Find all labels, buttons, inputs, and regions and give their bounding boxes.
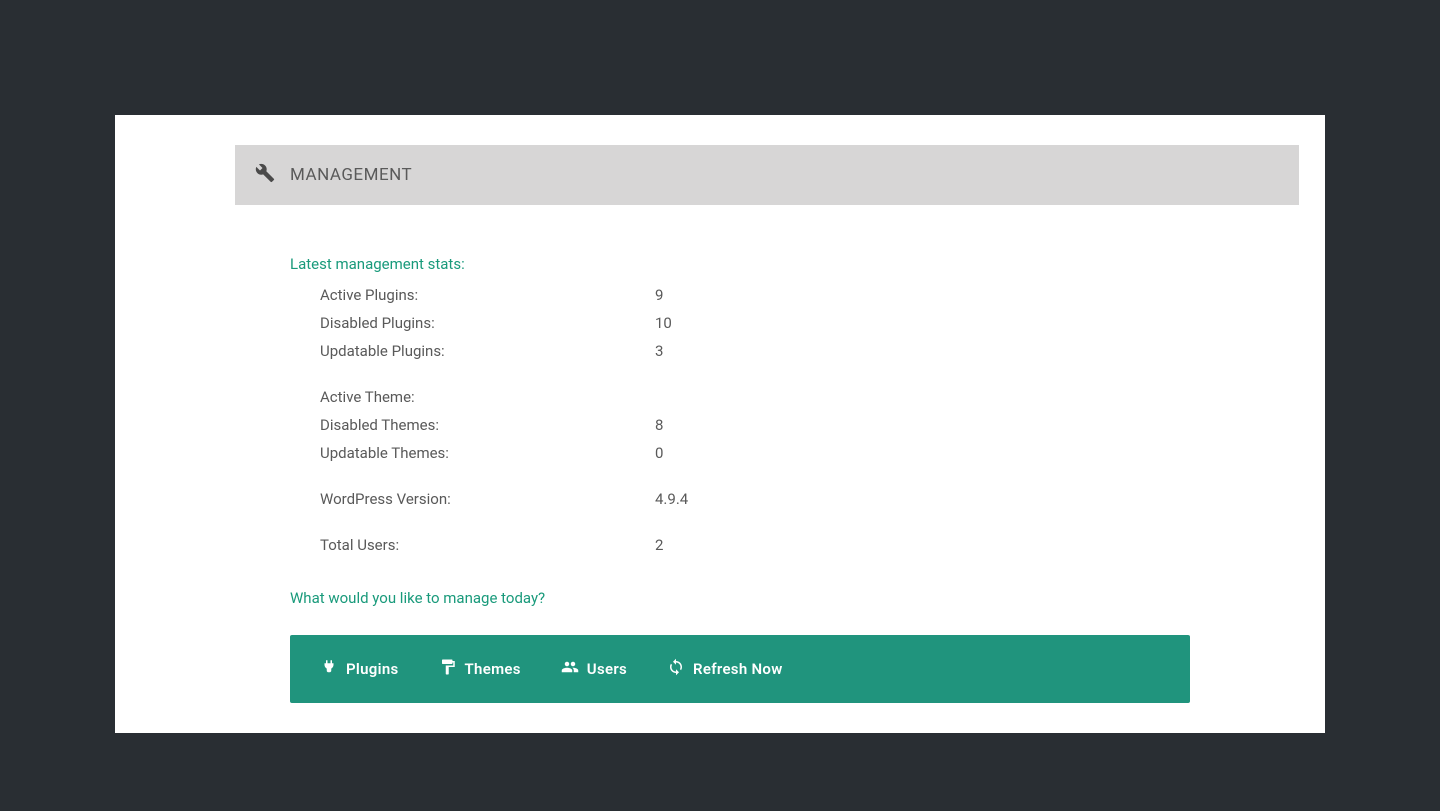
panel-content: Latest management stats: Active Plugins:…: [115, 205, 1325, 703]
manage-prompt: What would you like to manage today?: [290, 589, 1299, 607]
stat-row-disabled-themes: Disabled Themes: 8: [290, 411, 1299, 439]
stat-row-total-users: Total Users: 2: [290, 531, 1299, 559]
stat-row-wordpress-version: WordPress Version: 4.9.4: [290, 485, 1299, 513]
stats-heading: Latest management stats:: [290, 255, 1299, 273]
stat-label: Disabled Themes:: [290, 413, 655, 437]
action-label: Plugins: [346, 660, 399, 678]
stat-label: Total Users:: [290, 533, 655, 557]
stat-label: Active Plugins:: [290, 283, 655, 307]
stat-label: Disabled Plugins:: [290, 311, 655, 335]
stat-row-active-theme: Active Theme:: [290, 383, 1299, 411]
stats-table: Active Plugins: 9 Disabled Plugins: 10 U…: [290, 281, 1299, 559]
stat-value: 8: [655, 413, 663, 437]
stat-value: 0: [655, 441, 663, 465]
stat-label: WordPress Version:: [290, 487, 655, 511]
panel-header: MANAGEMENT: [235, 145, 1299, 205]
stat-row-disabled-plugins: Disabled Plugins: 10: [290, 309, 1299, 337]
stat-row-updatable-themes: Updatable Themes: 0: [290, 439, 1299, 467]
action-label: Themes: [465, 660, 521, 678]
plug-icon: [320, 658, 338, 680]
stat-value: 2: [655, 533, 663, 557]
panel-title: MANAGEMENT: [290, 165, 412, 185]
management-panel: MANAGEMENT Latest management stats: Acti…: [115, 115, 1325, 733]
stat-label: Updatable Themes:: [290, 441, 655, 465]
stat-label: Active Theme:: [290, 385, 655, 409]
stat-label: Updatable Plugins:: [290, 339, 655, 363]
plugins-button[interactable]: Plugins: [320, 658, 399, 680]
stat-spacer: [290, 513, 1299, 531]
users-button[interactable]: Users: [561, 658, 627, 680]
stat-spacer: [290, 365, 1299, 383]
stat-spacer: [290, 467, 1299, 485]
stat-row-updatable-plugins: Updatable Plugins: 3: [290, 337, 1299, 365]
users-icon: [561, 658, 579, 680]
stat-value: 10: [655, 311, 672, 335]
refresh-button[interactable]: Refresh Now: [667, 658, 783, 680]
themes-button[interactable]: Themes: [439, 658, 521, 680]
refresh-icon: [667, 658, 685, 680]
action-label: Users: [587, 660, 627, 678]
paint-icon: [439, 658, 457, 680]
action-label: Refresh Now: [693, 660, 783, 678]
stat-row-active-plugins: Active Plugins: 9: [290, 281, 1299, 309]
stat-value: 9: [655, 283, 663, 307]
stat-value: 4.9.4: [655, 487, 688, 511]
stat-value: 3: [655, 339, 663, 363]
wrench-icon: [255, 163, 275, 187]
action-bar: Plugins Themes Users Refresh Now: [290, 635, 1190, 703]
